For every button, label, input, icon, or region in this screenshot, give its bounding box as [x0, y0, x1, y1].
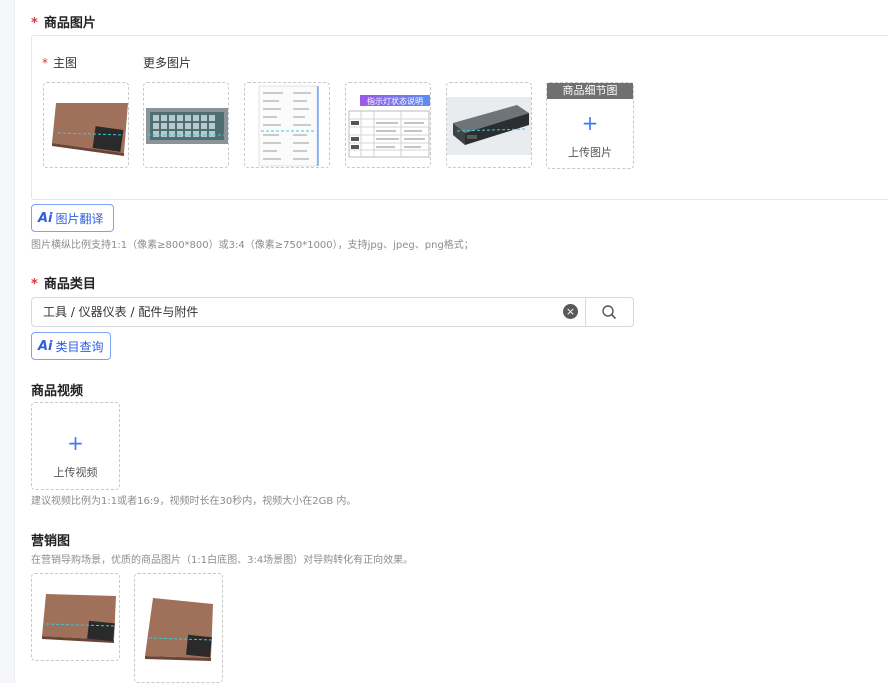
server-panel-image [146, 108, 228, 144]
more-image-thumb-3[interactable]: 指示灯状态说明 [345, 82, 431, 168]
product-images-title: * 商品图片 [31, 16, 96, 31]
marketing-title: 营销图 [31, 534, 71, 549]
copper-plate-image [145, 598, 214, 661]
server-side-image [447, 97, 531, 155]
left-scroll-strip [0, 0, 15, 683]
upload-video-label: 上传视频 [53, 466, 98, 479]
ai-icon: Ai [38, 338, 53, 354]
category-search-button[interactable] [585, 297, 634, 327]
detail-image-header: 商品细节图 [547, 83, 633, 99]
video-upload[interactable]: + 上传视频 [31, 402, 120, 490]
main-image-thumb[interactable] [43, 82, 129, 168]
marketing-hint: 在营销导购场景，优质的商品图片（1:1白底图、3:4场景图）对导购转化有正向效果… [31, 555, 414, 566]
more-image-thumb-2[interactable] [244, 82, 330, 168]
marketing-image-3x4[interactable] [134, 573, 223, 683]
plus-icon: + [581, 111, 599, 135]
more-images-label: 更多图片 [143, 56, 192, 70]
thumb-banner-text: 指示灯状态说明 [367, 96, 423, 106]
category-input[interactable]: 工具 / 仪器仪表 / 配件与附件 [31, 297, 586, 327]
more-image-thumb-4[interactable] [446, 82, 532, 168]
copper-plate-image [42, 594, 116, 643]
ai-icon: Ai [38, 210, 53, 226]
indicator-table-image: 指示灯状态说明 [348, 95, 430, 158]
video-hint: 建议视频比例为1:1或者16:9，视频时长在30秒内，视频大小在2GB 内。 [31, 496, 357, 507]
category-title: * 商品类目 [31, 277, 96, 292]
video-title: 商品视频 [31, 384, 84, 399]
clear-icon[interactable]: × [563, 304, 578, 319]
detail-image-upload[interactable]: 商品细节图 + 上传图片 [546, 82, 634, 169]
search-icon [602, 305, 616, 319]
copper-plate-image [52, 103, 128, 156]
image-format-hint: 图片横纵比例支持1:1（像素≥800*800）或3:4（像素≥750*1000）… [31, 240, 474, 251]
main-image-label: * 主图 [42, 56, 78, 70]
image-translate-button[interactable]: Ai 图片翻译 [31, 204, 114, 232]
more-image-thumb-1[interactable] [143, 82, 229, 168]
category-query-button[interactable]: Ai 类目查询 [31, 332, 111, 360]
plus-icon: + [67, 431, 84, 455]
marketing-image-1x1[interactable] [31, 573, 120, 661]
upload-image-label: 上传图片 [568, 146, 612, 159]
spec-document-image [258, 85, 319, 167]
